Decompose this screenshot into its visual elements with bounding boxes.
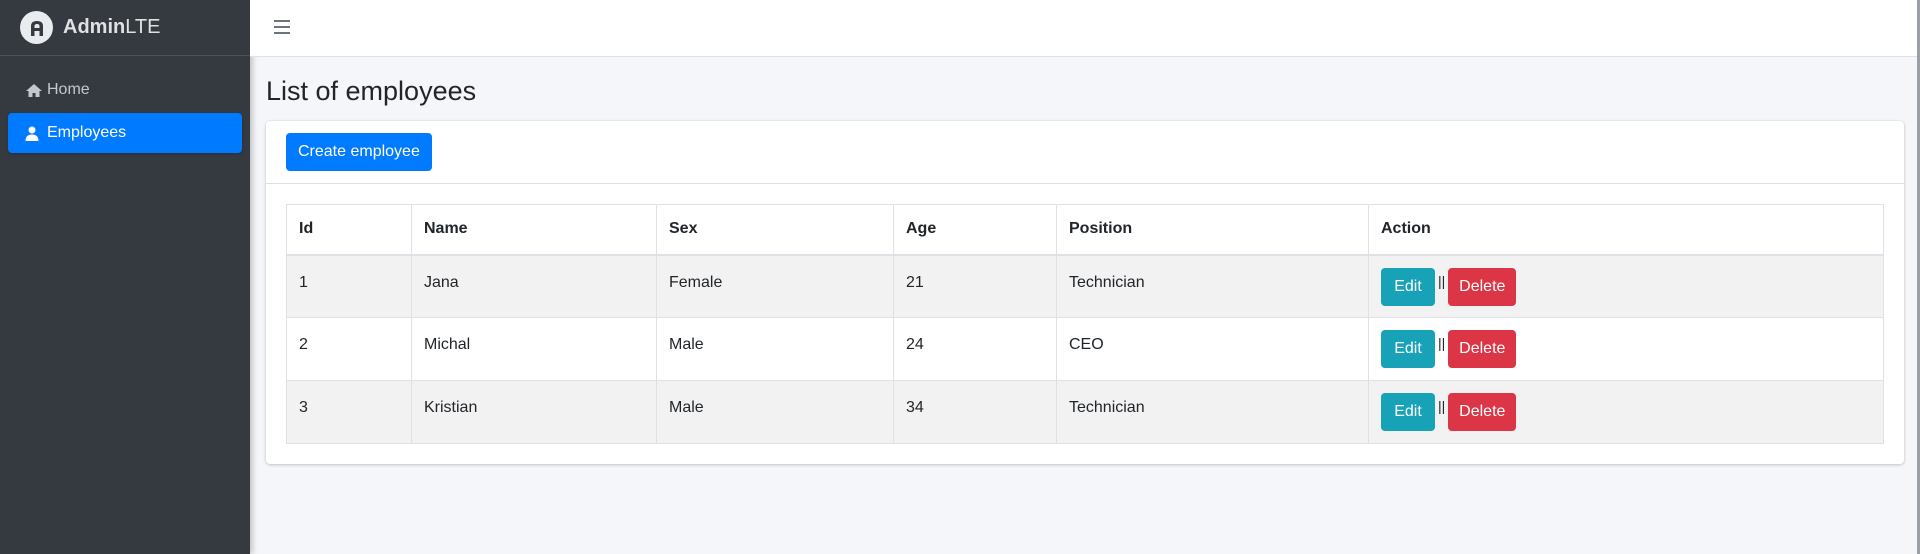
card-body: Id Name Sex Age Position Action 1 Jana F… bbox=[266, 184, 1904, 464]
brand-text-light: LTE bbox=[125, 16, 161, 38]
brand-text-bold: Admin bbox=[63, 16, 126, 38]
column-header-action: Action bbox=[1368, 204, 1884, 256]
user-icon bbox=[25, 125, 45, 141]
edit-button[interactable]: Edit bbox=[1381, 267, 1435, 306]
action-separator: || bbox=[1438, 398, 1446, 414]
table-row: 3 Kristian Male 34 Technician Edit || Dele… bbox=[286, 380, 1884, 444]
cell-name: Michal bbox=[411, 317, 657, 381]
adminlte-logo-icon bbox=[20, 11, 53, 44]
home-icon bbox=[25, 82, 45, 98]
sidebar-item-home[interactable]: Home bbox=[8, 70, 242, 110]
cell-sex: Male bbox=[656, 380, 894, 444]
delete-button[interactable]: Delete bbox=[1448, 330, 1517, 368]
top-navbar bbox=[250, 0, 1920, 57]
employees-card: Create employee Id Name Sex Age Position… bbox=[266, 121, 1904, 464]
table-header-row: Id Name Sex Age Position Action bbox=[286, 204, 1884, 256]
cell-position: Technician bbox=[1056, 254, 1369, 318]
cell-name: Kristian bbox=[411, 380, 657, 444]
delete-button[interactable]: Delete bbox=[1448, 393, 1517, 431]
cell-id: 1 bbox=[286, 254, 412, 318]
column-header-sex: Sex bbox=[656, 204, 894, 256]
sidebar-item-employees[interactable]: Employees bbox=[8, 113, 242, 153]
edit-button[interactable]: Edit bbox=[1381, 330, 1435, 368]
cell-age: 24 bbox=[893, 317, 1057, 381]
cell-id: 2 bbox=[286, 317, 412, 381]
cell-id: 3 bbox=[286, 380, 412, 444]
column-header-name: Name bbox=[411, 204, 657, 256]
column-header-id: Id bbox=[286, 204, 412, 256]
column-header-age: Age bbox=[893, 204, 1057, 256]
table-row: 1 Jana Female 21 Technician Edit || Delete bbox=[286, 254, 1884, 318]
cell-name: Jana bbox=[411, 254, 657, 318]
cell-action: Edit || Delete bbox=[1368, 254, 1884, 318]
sidebar: AdminLTE Home Employees bbox=[0, 0, 250, 554]
table-row: 2 Michal Male 24 CEO Edit || Delete bbox=[286, 317, 1884, 381]
cell-sex: Male bbox=[656, 317, 894, 381]
brand-link[interactable]: AdminLTE bbox=[0, 0, 250, 56]
hamburger-icon[interactable] bbox=[274, 20, 290, 34]
sidebar-item-label: Home bbox=[47, 81, 90, 98]
edit-button[interactable]: Edit bbox=[1381, 393, 1435, 431]
cell-age: 34 bbox=[893, 380, 1057, 444]
cell-action: Edit || Delete bbox=[1368, 380, 1884, 444]
cell-action: Edit || Delete bbox=[1368, 317, 1884, 381]
main-content: List of employees Create employee Id Nam… bbox=[266, 57, 1904, 464]
brand-text: AdminLTE bbox=[63, 16, 160, 39]
column-header-position: Position bbox=[1056, 204, 1369, 256]
cell-position: Technician bbox=[1056, 380, 1369, 444]
delete-button[interactable]: Delete bbox=[1448, 267, 1517, 306]
create-employee-button[interactable]: Create employee bbox=[286, 133, 432, 171]
cell-position: CEO bbox=[1056, 317, 1369, 381]
cell-age: 21 bbox=[893, 254, 1057, 318]
cell-sex: Female bbox=[656, 254, 894, 318]
employees-table: Id Name Sex Age Position Action 1 Jana F… bbox=[286, 204, 1884, 444]
page-title: List of employees bbox=[266, 76, 477, 106]
sidebar-item-label: Employees bbox=[47, 124, 127, 141]
sidebar-nav: Home Employees bbox=[0, 56, 250, 153]
card-header: Create employee bbox=[266, 121, 1904, 184]
action-separator: || bbox=[1438, 335, 1446, 351]
action-separator: || bbox=[1438, 272, 1446, 289]
